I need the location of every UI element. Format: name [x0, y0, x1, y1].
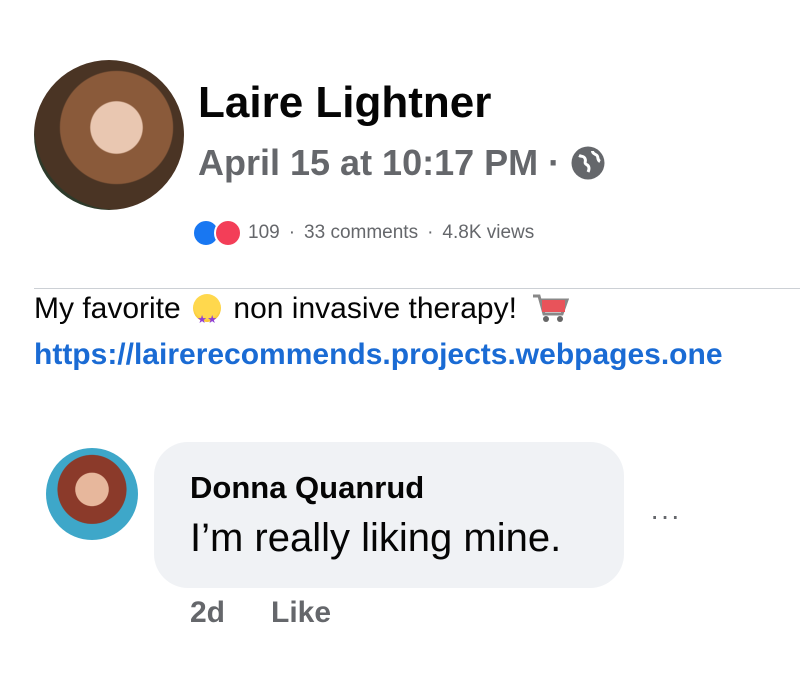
reactions-row: 109 · 33 comments · 4.8K views: [192, 218, 534, 248]
post-link[interactable]: https://lairerecommends.projects.webpage…: [34, 332, 794, 378]
commenter-name[interactable]: Donna Quanrud: [190, 470, 424, 506]
post-meta: April 15 at 10:17 PM ·: [198, 142, 606, 184]
more-options-button[interactable]: ···: [650, 500, 681, 532]
post-timestamp[interactable]: April 15 at 10:17 PM: [198, 142, 538, 184]
comment-actions: 2d Like: [190, 596, 331, 630]
commenter-avatar[interactable]: [46, 448, 138, 540]
like-button[interactable]: Like: [271, 596, 331, 630]
comments-count[interactable]: 33 comments: [304, 222, 418, 244]
post-author-name[interactable]: Laire Lightner: [198, 78, 491, 128]
post-text-end: non invasive therapy!: [233, 292, 517, 325]
globe-icon[interactable]: [570, 145, 606, 181]
views-count: 4.8K views: [442, 222, 535, 243]
comment-bubble: Donna Quanrud I’m really liking mine.: [154, 442, 624, 588]
reaction-count[interactable]: 109: [248, 222, 280, 244]
shopping-cart-icon: [533, 294, 570, 322]
meta-separator: ·: [548, 142, 561, 183]
star-struck-emoji-icon: [193, 294, 222, 343]
love-icon[interactable]: [214, 219, 242, 247]
post-text-start: My favorite: [34, 292, 181, 325]
comment-text: I’m really liking mine.: [190, 516, 562, 560]
stats-separator: ·: [288, 222, 296, 243]
stats-separator: ·: [427, 222, 434, 243]
post-body: My favorite non invasive therapy! https:…: [34, 286, 794, 378]
comment-time[interactable]: 2d: [190, 596, 225, 630]
post-author-avatar[interactable]: [34, 60, 184, 210]
